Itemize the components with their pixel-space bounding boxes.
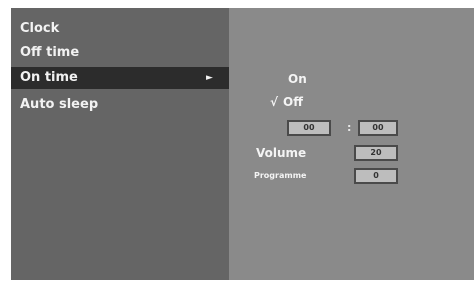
menu-item-clock[interactable]: Clock xyxy=(11,18,229,40)
hour-field[interactable]: 00 xyxy=(287,120,331,136)
menu-item-label: Clock xyxy=(20,21,60,36)
menu-item-label: Auto sleep xyxy=(20,97,99,112)
menu-item-off-time[interactable]: Off time xyxy=(11,42,229,64)
menu-item-on-time[interactable]: On time ► xyxy=(11,67,229,89)
submenu-arrow-icon: ► xyxy=(206,73,213,83)
on-time-settings-panel: On √ Off 00 : 00 Volume 20 Programme 0 xyxy=(231,8,474,280)
minute-field[interactable]: 00 xyxy=(358,120,398,136)
menu-item-auto-sleep[interactable]: Auto sleep xyxy=(11,94,229,116)
menu-list: Clock Off time On time ► Auto sleep xyxy=(11,8,229,280)
menu-item-label: On time xyxy=(20,70,78,85)
tv-menu-screen: Clock Off time On time ► Auto sleep On √… xyxy=(0,0,474,283)
time-separator: : xyxy=(347,121,352,134)
check-mark-icon: √ xyxy=(270,95,279,109)
volume-label: Volume xyxy=(256,146,307,160)
off-option[interactable]: Off xyxy=(283,94,303,110)
programme-label: Programme xyxy=(254,171,307,180)
menu-item-label: Off time xyxy=(20,45,80,60)
volume-field[interactable]: 20 xyxy=(354,145,398,161)
on-option[interactable]: On xyxy=(288,71,307,87)
programme-field[interactable]: 0 xyxy=(354,168,398,184)
